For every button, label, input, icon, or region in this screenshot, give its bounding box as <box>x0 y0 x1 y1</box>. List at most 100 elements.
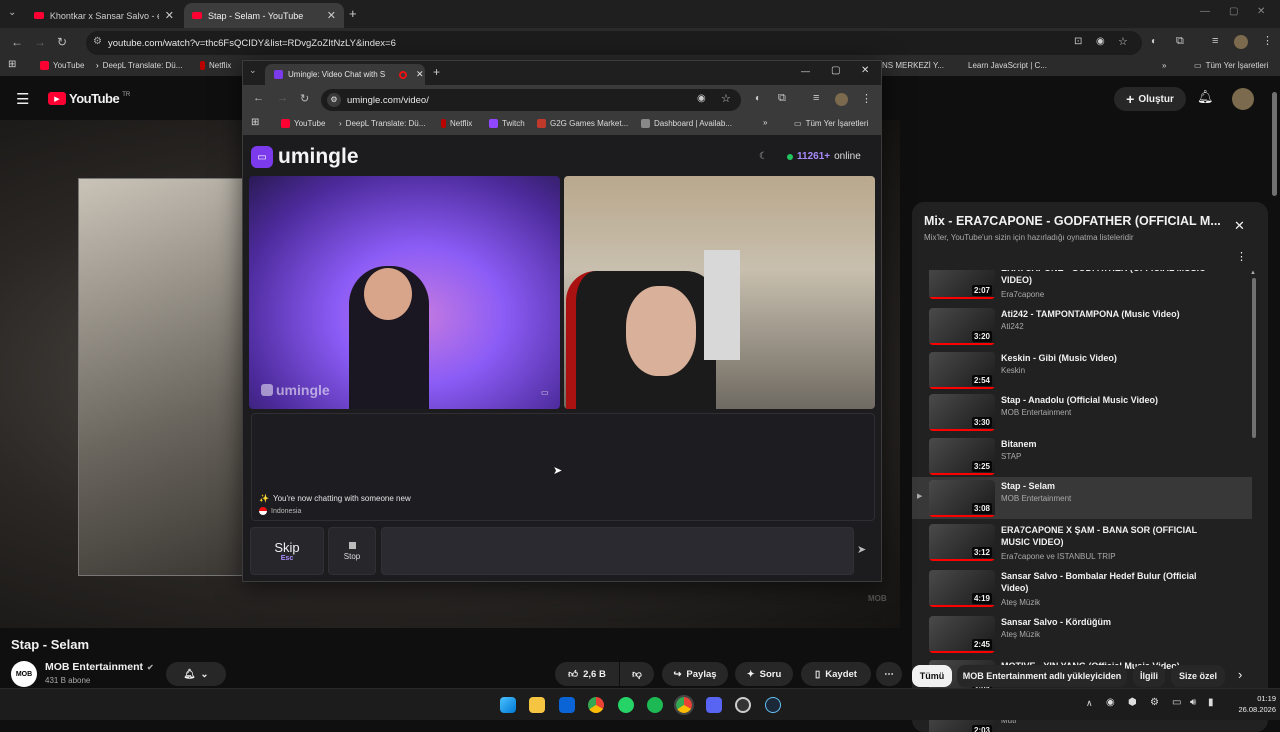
discord-icon[interactable] <box>706 697 722 713</box>
chip-all[interactable]: Tümü <box>912 665 952 687</box>
new-tab-button[interactable]: + <box>433 65 440 79</box>
skip-button[interactable]: Skip Esc <box>250 527 324 575</box>
bookmarks-overflow-icon[interactable]: » <box>763 118 767 127</box>
tray-app-icon[interactable]: ◉ <box>1106 697 1115 708</box>
bookmark-star-icon[interactable]: ☆ <box>1118 35 1128 48</box>
minimize-icon[interactable]: — <box>1200 6 1210 17</box>
playlist-item[interactable]: 2:54 Keskin - Gibi (Music Video) Keskin <box>912 352 1252 395</box>
incognito-icon[interactable]: ◐ <box>755 93 761 104</box>
profile-avatar[interactable] <box>835 93 848 106</box>
reload-icon[interactable]: ↻ <box>300 92 309 105</box>
playlist-item[interactable]: 2:45 Sansar Salvo - Kördüğüm Ateş Müzik <box>912 616 1252 659</box>
bookmark-star-icon[interactable]: ☆ <box>721 92 731 105</box>
bookmark-deepl[interactable]: › DeepL Translate: Dü... <box>96 61 182 70</box>
tray-overflow-icon[interactable]: ∧ <box>1086 698 1093 709</box>
incognito-icon[interactable]: ◐ <box>1151 36 1157 47</box>
bookmark-g2g[interactable]: G2G Games Market... <box>537 119 628 128</box>
tab-khontkar[interactable]: Khontkar x Sansar Salvo - e yaş ✕ <box>26 3 182 28</box>
bookmark-netflix[interactable]: Netflix <box>200 61 231 70</box>
tab-stap-selam[interactable]: Stap - Selam - YouTube ✕ <box>184 3 344 28</box>
notifications-icon[interactable]: 🔔︎ <box>1197 89 1214 105</box>
new-tab-button[interactable]: + <box>349 6 357 21</box>
playlist-item[interactable]: 2:07 ERA7CAPONE - GODFATHER (OFFICIAL MUS… <box>912 270 1252 305</box>
tray-shield-icon[interactable]: ⬢ <box>1128 697 1137 708</box>
close-playlist-icon[interactable]: ✕ <box>1234 218 1245 234</box>
all-bookmarks[interactable]: ▭ Tüm Yer İşaretleri <box>794 119 868 128</box>
chip-for-you[interactable]: Size özel <box>1171 665 1225 687</box>
playlist-item[interactable]: ▶ 3:08 Stap - Selam MOB Entertainment <box>912 477 1252 519</box>
scroll-up-icon[interactable]: ▲ <box>1250 270 1256 276</box>
network-icon[interactable]: ▭ <box>1172 697 1181 708</box>
chat-log[interactable]: ✨ You're now chatting with someone new I… <box>251 413 875 521</box>
save-button[interactable]: ▯ Kaydet <box>801 662 871 686</box>
more-actions-button[interactable]: ⋯ <box>876 662 902 686</box>
clock[interactable]: 01:19 26.08.2026 <box>1226 693 1276 715</box>
youtube-logo[interactable]: ▶ YouTube TR <box>48 91 130 106</box>
playlist-item[interactable]: 3:20 Ati242 - TAMPONTAMPONA (Music Video)… <box>912 308 1252 351</box>
bookmarks-overflow-icon[interactable]: » <box>1162 61 1166 70</box>
account-avatar[interactable] <box>1232 88 1254 110</box>
bookmark-learn-js[interactable]: Learn JavaScript | C... <box>968 61 1047 70</box>
site-info-icon[interactable]: ⚙ <box>327 93 341 107</box>
steam-icon[interactable] <box>765 697 781 713</box>
playlist-scrollbar[interactable] <box>1252 278 1256 438</box>
close-window-icon[interactable]: ✕ <box>1257 6 1265 17</box>
bookmark-youtube[interactable]: YouTube <box>281 119 325 128</box>
extensions-icon[interactable]: ⧉ <box>778 92 786 105</box>
subscribed-bell-button[interactable]: 🔔︎ ⌄ <box>166 662 226 686</box>
bookmark-twitch[interactable]: Twitch <box>489 119 525 128</box>
hamburger-menu-icon[interactable]: ☰ <box>16 90 29 108</box>
whatsapp-icon[interactable] <box>618 697 634 713</box>
bookmark-netflix[interactable]: Netflix <box>441 119 472 128</box>
dislike-button[interactable]: 👎︎ <box>620 662 654 686</box>
tray-settings-icon[interactable]: ⚙ <box>1150 697 1159 708</box>
spotify-icon[interactable] <box>647 697 663 713</box>
playlist-item[interactable]: 4:19 Sansar Salvo - Bombalar Hedef Bulur … <box>912 570 1252 613</box>
tab-search-icon[interactable]: ⌄ <box>8 7 16 18</box>
chips-next-icon[interactable]: › <box>1238 667 1242 682</box>
tab-search-icon[interactable]: ⌄ <box>249 65 257 76</box>
menu-icon[interactable]: ⋮ <box>861 92 872 105</box>
maximize-icon[interactable]: ▢ <box>831 65 840 76</box>
channel-avatar[interactable]: MOB <box>11 661 37 687</box>
chip-related[interactable]: İlgili <box>1133 665 1165 687</box>
popup-url-input[interactable]: ⚙ umingle.com/video/ ◉ ☆ <box>321 89 741 111</box>
minimize-icon[interactable]: — <box>801 66 810 76</box>
playlist-item[interactable]: 3:12 ERA7CAPONE X ŞAM - BANA SOR (OFFICIA… <box>912 524 1252 567</box>
close-tab-icon[interactable]: ✕ <box>327 9 336 22</box>
page-scrollbar[interactable] <box>1272 92 1277 196</box>
report-flag-icon[interactable]: ▭ <box>541 388 549 397</box>
bookmark-youtube[interactable]: YouTube <box>40 61 84 70</box>
apps-icon[interactable]: ⊞ <box>8 59 16 70</box>
eye-off-icon[interactable]: ◉ <box>697 93 706 104</box>
back-icon[interactable]: ← <box>253 92 264 104</box>
ask-button[interactable]: ✦ Soru <box>735 662 793 686</box>
playlist-item[interactable]: 3:25 Bitanem STAP <box>912 438 1252 481</box>
extensions-icon[interactable]: ⧉ <box>1176 35 1184 48</box>
battery-icon[interactable]: ▮ <box>1208 697 1214 708</box>
playlist-item[interactable]: 3:30 Stap - Anadolu (Official Music Video… <box>912 394 1252 437</box>
chip-uploader[interactable]: MOB Entertainment adlı yükleyiciden <box>957 665 1127 687</box>
forward-icon[interactable]: → <box>34 35 46 49</box>
forward-icon[interactable]: → <box>277 92 288 104</box>
like-button[interactable]: 👍︎ 2,6 B <box>555 662 619 686</box>
volume-icon[interactable]: 🔊︎ <box>1190 697 1196 708</box>
file-explorer-icon[interactable] <box>529 697 545 713</box>
chrome-active-icon[interactable] <box>674 695 694 715</box>
channel-name[interactable]: MOB Entertainment ✔ <box>45 661 154 673</box>
outer-url-input[interactable]: ⚙ youtube.com/watch?v=thc6FsQCIDY&list=R… <box>86 31 1142 55</box>
playlist-more-icon[interactable]: ⋮ <box>1236 250 1247 263</box>
stop-button[interactable]: Stop <box>328 527 376 575</box>
eye-off-icon[interactable]: ◉ <box>1096 36 1105 47</box>
obs-icon[interactable] <box>735 697 751 713</box>
reading-list-icon[interactable]: ≡ <box>1212 35 1218 47</box>
back-icon[interactable]: ← <box>11 35 23 49</box>
bookmark-merkez[interactable]: NS MERKEZİ Y... <box>882 61 944 70</box>
maximize-icon[interactable]: ▢ <box>1229 6 1238 17</box>
bookmark-deepl[interactable]: › DeepL Translate: Dü... <box>339 119 425 128</box>
send-icon[interactable]: ➤ <box>857 543 866 556</box>
close-tab-icon[interactable]: ✕ <box>165 9 174 22</box>
start-icon[interactable] <box>500 697 516 713</box>
bookmark-dashboard[interactable]: Dashboard | Availab... <box>641 119 732 128</box>
profile-avatar[interactable] <box>1234 35 1248 49</box>
